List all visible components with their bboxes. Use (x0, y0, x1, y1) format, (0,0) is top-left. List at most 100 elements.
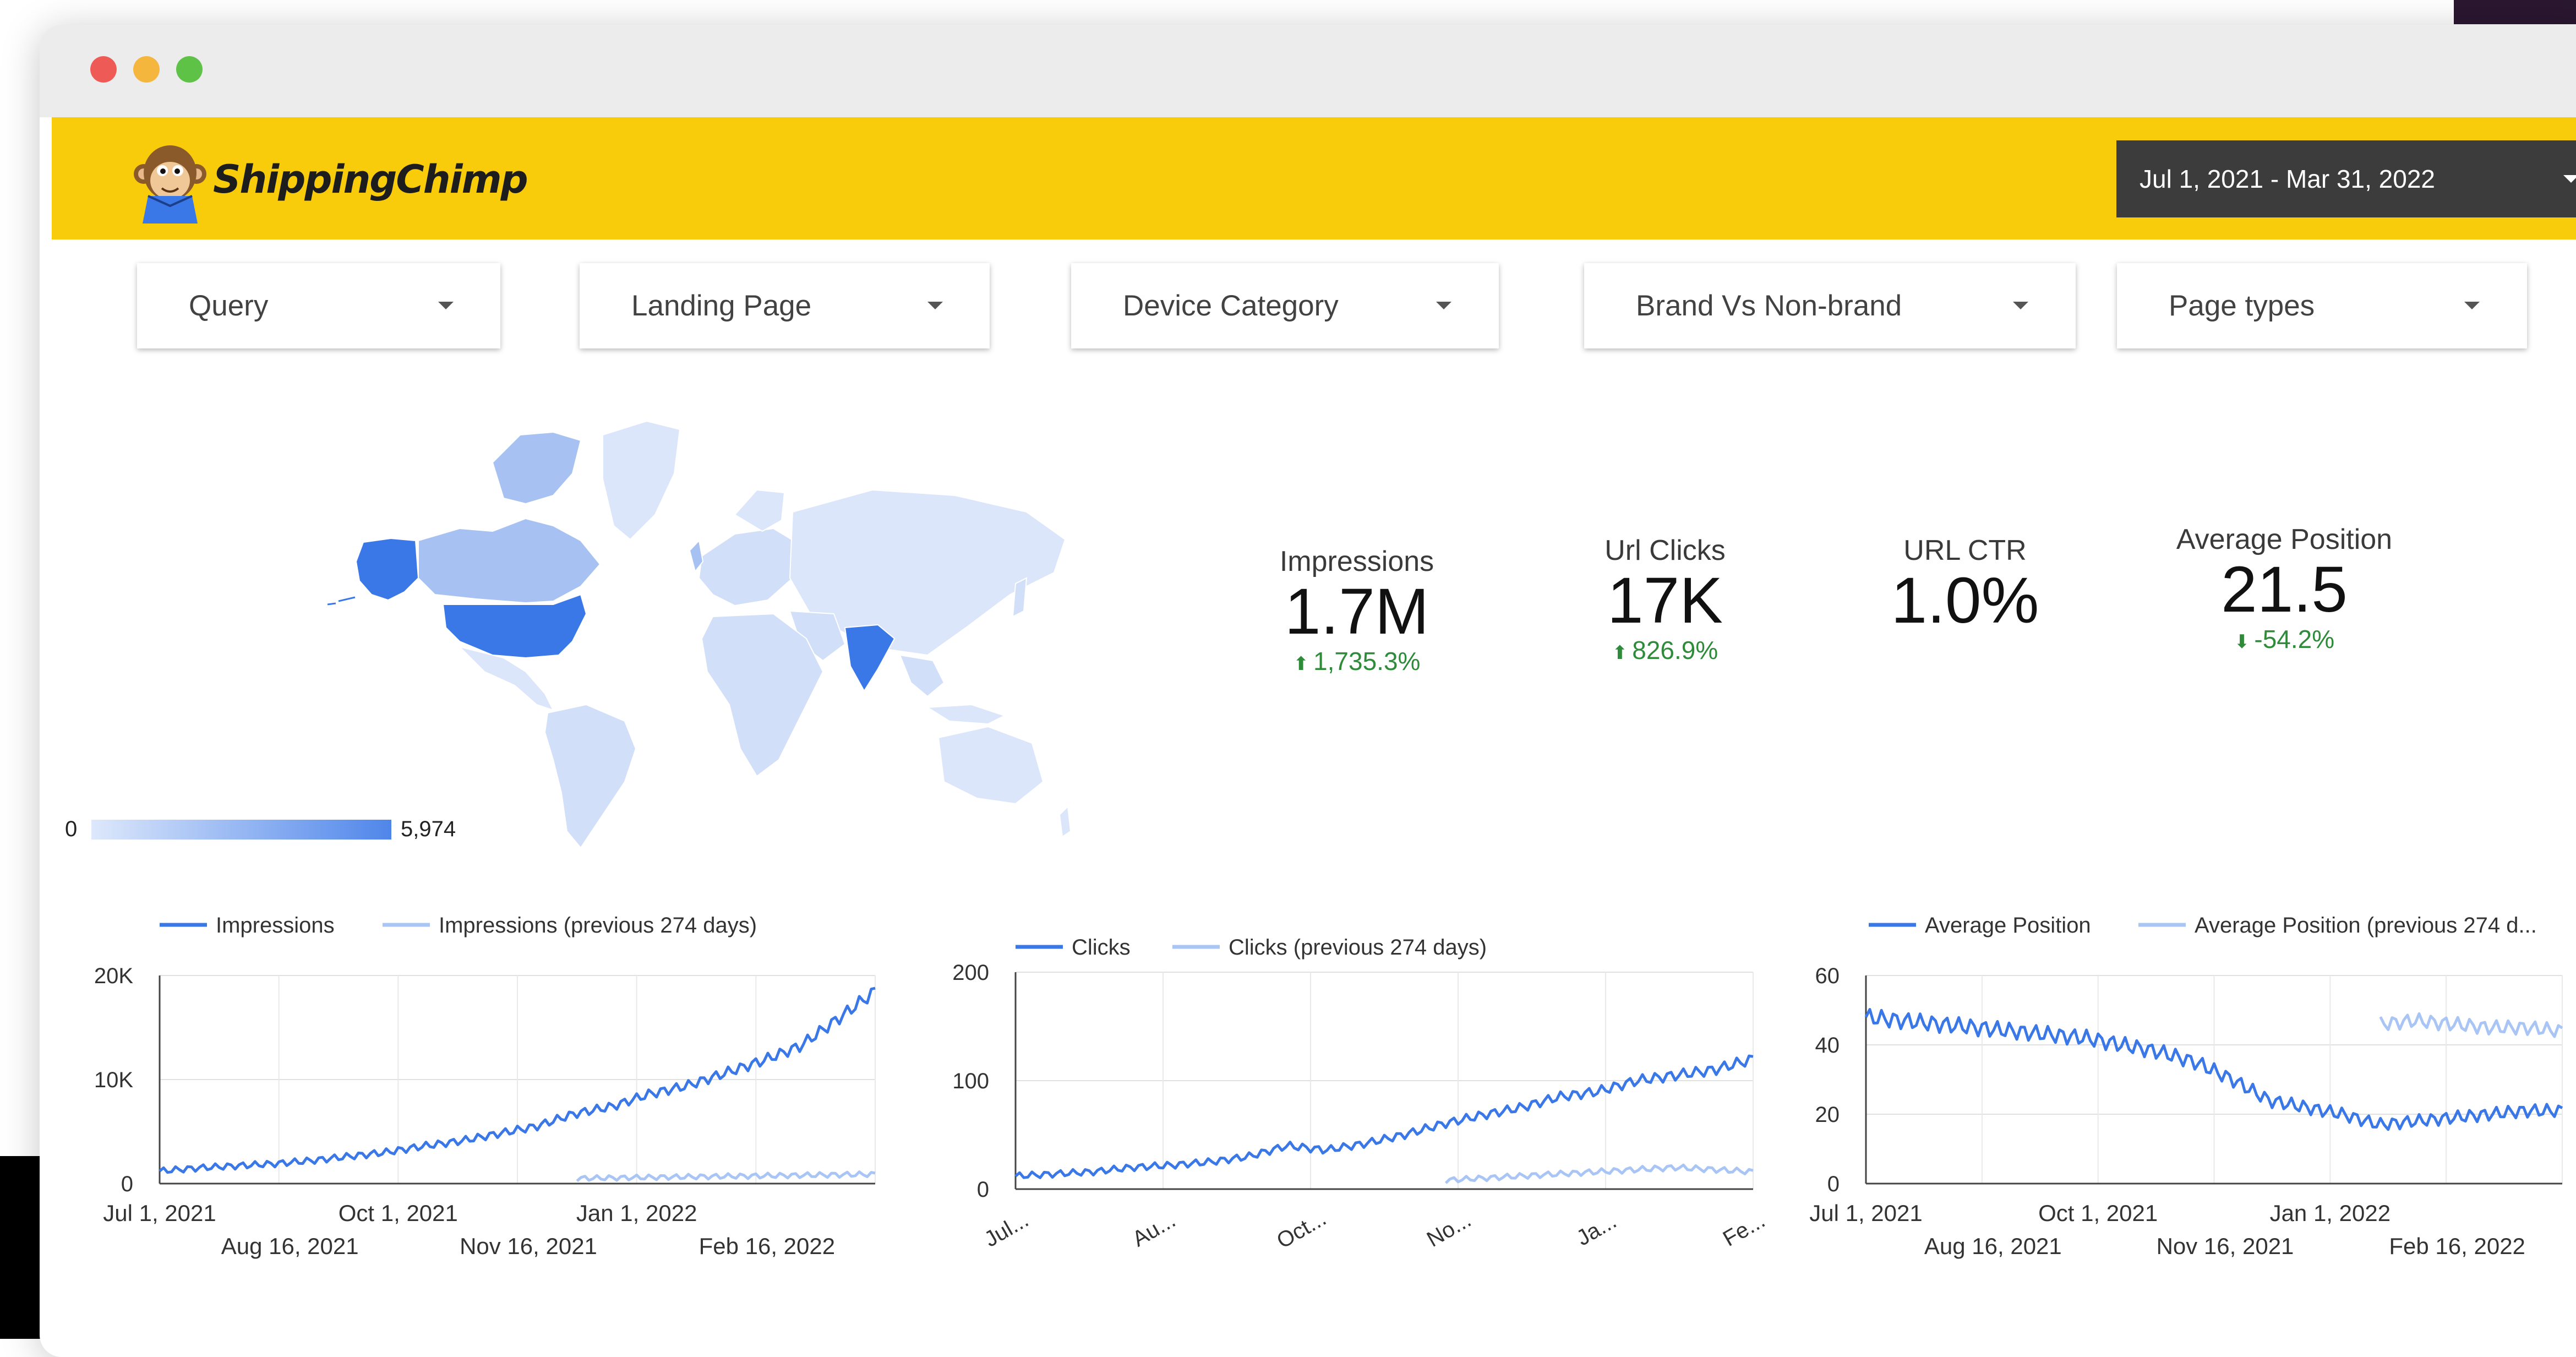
monkey-mascot-icon (134, 145, 206, 224)
x-tick-label: Nov 16, 2021 (2157, 1233, 2294, 1259)
map-region-aleutians (327, 596, 356, 606)
x-tick-label: No... (1423, 1208, 1475, 1252)
kpi-delta: ⬆ 826.9% (1558, 635, 1772, 665)
x-tick-label: Ja... (1573, 1209, 1620, 1251)
legend-entry: Impressions (216, 913, 335, 938)
kpi-label: Impressions (1279, 546, 1434, 577)
brand-logo: ShippingChimp (132, 133, 528, 226)
kpi-delta-value: 1,735.3% (1313, 646, 1421, 675)
y-tick-label: 0 (977, 1178, 989, 1202)
kpi-delta-value: 826.9% (1632, 635, 1718, 664)
kpi-value: 17K (1607, 564, 1723, 637)
kpi-value: 21.5 (2221, 553, 2348, 626)
report-header: ShippingChimp Jul 1, 2021 - Mar 31, 2022 (52, 117, 2576, 239)
x-tick-label: Oct 1, 2021 (2038, 1200, 2158, 1226)
map-region-new-zealand (1058, 805, 1072, 838)
kpi-label: URL CTR (1903, 535, 2027, 566)
x-tick-label: Oct... (1273, 1206, 1330, 1254)
query-filter-label: Query (189, 290, 269, 322)
y-tick-label: 20 (1815, 1103, 1840, 1127)
world-map-svg (327, 420, 1072, 849)
map-region-greenland (602, 420, 681, 541)
x-tick-label: Jul... (980, 1208, 1033, 1252)
y-tick-label: 100 (952, 1069, 989, 1093)
kpi-url-clicks: Url Clicks 17K ⬆ 826.9% (1558, 534, 1772, 665)
y-tick-label: 0 (1827, 1172, 1840, 1196)
kpi-impressions: Impressions 1.7M ⬆ 1,735.3% (1241, 545, 1472, 676)
y-tick-label: 20K (94, 964, 133, 988)
legend-entry: Impressions (previous 274 days) (439, 913, 757, 938)
map-region-south-america (544, 704, 637, 849)
backdrop-top-corner (2454, 0, 2576, 24)
geo-map[interactable] (294, 396, 1093, 870)
map-legend-scale (91, 820, 391, 840)
x-tick-label: Jan 1, 2022 (2270, 1200, 2391, 1226)
legend-entry: Average Position (previous 274 d... (2195, 913, 2537, 938)
legend-entry: Average Position (1925, 913, 2091, 938)
x-tick-label: Au... (1128, 1208, 1180, 1251)
y-tick-label: 200 (952, 961, 989, 985)
x-tick-label: Jul 1, 2021 (1809, 1200, 1923, 1226)
caret-down-icon (2013, 302, 2028, 309)
map-region-australia (937, 726, 1044, 805)
minimize-window-button[interactable] (133, 56, 160, 83)
x-tick-label: Aug 16, 2021 (1924, 1233, 2062, 1259)
map-region-arctic-islands (492, 431, 582, 505)
page-types-filter-label: Page types (2169, 290, 2315, 322)
close-window-button[interactable] (90, 56, 117, 83)
x-tick-label: Aug 16, 2021 (221, 1233, 359, 1259)
map-region-africa (701, 613, 824, 777)
x-tick-label: Jul 1, 2021 (103, 1200, 216, 1226)
device-category-filter-label: Device Category (1123, 290, 1339, 322)
y-tick-label: 40 (1815, 1033, 1840, 1058)
window-titlebar (40, 25, 2576, 117)
date-range-picker[interactable]: Jul 1, 2021 - Mar 31, 2022 (2116, 140, 2576, 217)
map-region-canada (418, 517, 601, 604)
series-line (1014, 1054, 1754, 1179)
kpi-value: 1.7M (1284, 575, 1429, 648)
kpi-label: Url Clicks (1604, 535, 1726, 566)
brand-name: ShippingChimp (213, 157, 528, 202)
legend-entry: Clicks (previous 274 days) (1229, 935, 1487, 960)
page-types-filter[interactable]: Page types (2117, 263, 2527, 348)
kpi-url-ctr: URL CTR 1.0% (1860, 534, 2070, 635)
caret-down-icon (2563, 175, 2576, 183)
x-tick-label: Oct 1, 2021 (339, 1200, 458, 1226)
arrow-up-icon: ⬆ (1612, 642, 1628, 663)
clicks-chart[interactable]: 0 100 200 Jul... Au... Oct... No... Ja... Fe... C… (936, 925, 1778, 1277)
map-region-scandinavia (734, 489, 785, 532)
y-tick-label: 10K (94, 1068, 133, 1092)
map-region-india (844, 624, 896, 692)
kpi-label: Average Position (2176, 524, 2393, 555)
maximize-window-button[interactable] (176, 56, 203, 83)
kpi-value: 1.0% (1891, 564, 2039, 637)
backdrop-dark-corner (0, 1156, 44, 1339)
landing-page-filter[interactable]: Landing Page (580, 263, 990, 348)
map-region-europe (698, 527, 802, 607)
x-tick-label: Fe... (1719, 1208, 1769, 1251)
kpi-delta: ⬆ 1,735.3% (1241, 646, 1472, 676)
x-tick-label: Feb 16, 2022 (699, 1233, 836, 1259)
arrow-down-icon: ⬇ (2234, 631, 2250, 652)
impressions-chart[interactable]: 0 10K 20K Jul 1, 2021 Oct 1, 2021 Jan 1, 2022… (77, 903, 892, 1277)
brand-vs-nonbrand-filter-label: Brand Vs Non-brand (1636, 290, 1902, 322)
caret-down-icon (1436, 302, 1451, 309)
y-tick-label: 0 (121, 1172, 133, 1196)
map-region-alaska (355, 537, 419, 601)
x-tick-label: Feb 16, 2022 (2389, 1233, 2525, 1259)
kpi-delta-value: -54.2% (2254, 624, 2335, 653)
arrow-up-icon: ⬆ (1293, 653, 1309, 674)
caret-down-icon (927, 302, 943, 309)
map-region-southeast-asia (899, 654, 945, 697)
x-tick-label: Nov 16, 2021 (460, 1233, 597, 1259)
average-position-chart[interactable]: 0 20 40 60 Jul 1, 2021 Oct 1, 2021 Jan 1, 2022… (1800, 903, 2565, 1277)
map-legend-min: 0 (65, 817, 78, 841)
x-tick-label: Jan 1, 2022 (576, 1200, 697, 1226)
map-region-indonesia (925, 704, 1006, 725)
legend-entry: Clicks (1072, 935, 1131, 960)
series-line (1444, 1163, 1754, 1184)
brand-vs-nonbrand-filter[interactable]: Brand Vs Non-brand (1584, 263, 2076, 348)
device-category-filter[interactable]: Device Category (1071, 263, 1499, 348)
query-filter[interactable]: Query (137, 263, 500, 348)
date-range-label: Jul 1, 2021 - Mar 31, 2022 (2140, 165, 2435, 193)
